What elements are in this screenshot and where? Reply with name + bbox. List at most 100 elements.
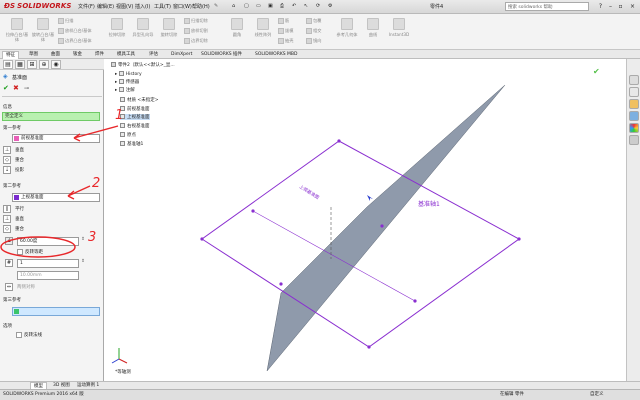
tab-surfaces[interactable]: 曲面 [48,51,63,59]
rib-button[interactable]: 筋 [278,18,289,26]
perpendicular-icon[interactable]: ⊥ [3,146,11,154]
graphics-area[interactable]: 零件2（默认<<默认>_显... ▸ History ▸ 传感器 ▸ 注解 材质… [105,59,626,381]
shell-button[interactable]: 抽壳 [278,38,293,46]
draft-button[interactable]: 拔模 [278,28,293,36]
options-icon[interactable]: ⚙ [328,3,332,9]
first-ref-perpendicular[interactable]: 垂直 [15,147,24,153]
undo-icon[interactable]: ↶ [292,3,296,9]
property-tab-icon[interactable]: ▤ [3,60,13,69]
lofted-cut-button[interactable]: 放样切割 [184,28,208,36]
open-icon[interactable]: ▭ [256,3,261,9]
menu-help[interactable]: 帮助(H) [192,3,210,10]
parallel-icon[interactable]: ∥ [3,205,11,213]
restore-button[interactable]: ▫ [616,2,625,11]
tab-dimxpert[interactable]: DimXpert [168,51,195,59]
view-palette-icon[interactable] [629,111,639,121]
tab-addins[interactable]: SOLIDWORKS 插件 [198,51,245,59]
curves-button[interactable]: 曲线 [360,18,386,46]
config-tab-icon[interactable]: ⊞ [27,60,37,69]
second-ref-perpendicular[interactable]: 垂直 [15,216,24,222]
ok-button[interactable]: ✔ [3,84,9,92]
coincident-2-icon[interactable]: ◇ [3,225,11,233]
save-icon[interactable]: ▣ [268,3,273,9]
panel-tabs: ▤ ▦ ⊞ ⊕ ◉ [0,59,104,70]
tab-sketch[interactable]: 草图 [26,51,41,59]
design-library-icon[interactable] [629,87,639,97]
menu-file[interactable]: 文件(F) [78,3,95,10]
angle-icon[interactable]: ∠ [5,237,13,245]
custom-properties-icon[interactable] [629,135,639,145]
first-ref-coincident[interactable]: 重合 [15,157,24,163]
feature-tree-tab-icon[interactable]: ▦ [15,60,25,69]
minimize-button[interactable]: – [606,2,615,11]
tab-motion-study[interactable]: 运动算例 1 [74,382,102,389]
swept-cut-button[interactable]: 扫描切除 [184,18,208,26]
display-tab-icon[interactable]: ◉ [51,60,61,69]
instant3d-button[interactable]: Instant3D [386,18,412,46]
count-input[interactable]: 1 [17,259,79,268]
second-ref-parallel[interactable]: 平行 [15,206,24,212]
mid-plane-label[interactable]: 两侧对称 [17,284,35,290]
revolved-cut-button[interactable]: 旋转切除 [156,18,182,46]
project-icon[interactable]: ⇣ [3,166,11,174]
rebuild-icon[interactable]: ⟳ [316,3,320,9]
tab-model[interactable]: 模型 [30,382,47,389]
close-button[interactable]: × [628,2,637,11]
angle-input[interactable]: 60.00度 [17,237,79,246]
intersect-button[interactable]: 相交 [306,28,321,36]
print-icon[interactable]: ⎙ [280,3,284,9]
cancel-button[interactable]: ✖ [13,84,19,92]
select-icon[interactable]: ↖ [304,3,308,9]
menu-window[interactable]: 窗口(W) [173,3,192,10]
sweep-button[interactable]: 扫描 [58,18,73,26]
second-ref-coincident[interactable]: 重合 [15,226,24,232]
fillet-button[interactable]: 圆角 [224,18,250,46]
angle-spinner-icon[interactable]: ⇕ [81,237,85,242]
tab-3d-views[interactable]: 3D 视图 [50,382,73,389]
app-logo: ƉS SOLIDWORKS [4,2,72,10]
appearances-icon[interactable] [629,123,639,133]
flip-offset-checkbox[interactable] [17,249,23,255]
extruded-boss-button[interactable]: 拉伸凸台/基体 [4,18,30,46]
tab-features[interactable]: 特征 [2,51,19,59]
reference-geometry-button[interactable]: 参考几何体 [334,18,360,46]
menu-tools[interactable]: 工具(T) [154,3,171,10]
new-icon[interactable]: ▢ [244,3,249,9]
second-ref-field[interactable]: 上视基准面 [12,193,100,202]
tab-mbd[interactable]: SOLIDWORKS MBD [252,51,301,59]
menu-insert[interactable]: 插入(I) [135,3,150,10]
linear-pattern-button[interactable]: 线性阵列 [250,18,276,46]
first-ref-project[interactable]: 投影 [15,167,24,173]
menu-view[interactable]: 视图(V) [116,3,133,10]
distance-input[interactable]: 10.00mm [17,271,79,280]
boundary-boss-button[interactable]: 边界凸台/基体 [58,38,92,46]
dimxpert-tab-icon[interactable]: ⊕ [39,60,49,69]
mirror-button[interactable]: 镜向 [306,38,321,46]
extruded-cut-button[interactable]: 拉伸切除 [104,18,130,46]
resources-icon[interactable] [629,75,639,85]
loft-button[interactable]: 放样凸台/基体 [58,28,92,36]
pin-button[interactable]: ⊸ [24,85,29,92]
help-icon[interactable]: ? [596,2,605,11]
file-explorer-icon[interactable] [629,99,639,109]
mid-plane-icon[interactable]: ⇔ [5,283,13,291]
first-ref-field[interactable]: 前视基准面 [12,134,100,143]
search-input[interactable]: 搜索 solidworks 帮助 [505,2,589,11]
third-ref-field[interactable] [12,307,100,316]
boundary-cut-button[interactable]: 边界切除 [184,38,208,46]
wrap-button[interactable]: 包覆 [306,18,321,26]
count-spinner-icon[interactable]: ⇕ [81,259,85,264]
revolved-boss-button[interactable]: 旋转凸台/基体 [30,18,56,46]
flip-normal-checkbox[interactable] [16,332,22,338]
pin-icon[interactable]: ✎ [214,3,218,9]
hole-wizard-button[interactable]: 异型孔向导 [130,18,156,46]
tab-evaluate[interactable]: 评估 [146,51,161,59]
tab-sheet-metal[interactable]: 钣金 [70,51,85,59]
tab-weldments[interactable]: 焊件 [92,51,107,59]
home-icon[interactable]: ⌂ [232,3,235,9]
menu-edit[interactable]: 编辑(E) [97,3,114,10]
coincident-icon[interactable]: ◇ [3,156,11,164]
status-units[interactable]: 自定义 [590,390,604,400]
tab-mold-tools[interactable]: 模具工具 [114,51,138,59]
perpendicular-2-icon[interactable]: ⊥ [3,215,11,223]
